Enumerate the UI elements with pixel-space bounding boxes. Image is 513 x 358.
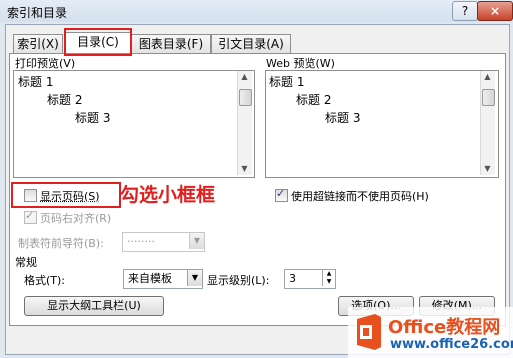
hyperlinks-checkbox[interactable]	[275, 187, 288, 202]
window-title: 索引和目录	[7, 6, 68, 20]
scroll-down-icon[interactable]: ▼	[238, 163, 251, 175]
print-preview-label: 打印预览(V)	[15, 57, 76, 70]
web-preview-label: Web 预览(W)	[266, 57, 335, 70]
general-label: 常规	[15, 256, 37, 269]
web-preview-level2: 标题 2	[296, 93, 332, 107]
scroll-up-icon[interactable]: ▲	[481, 71, 494, 83]
levels-spinner[interactable]: 3 ▲ ▼	[284, 269, 336, 289]
chevron-down-icon[interactable]: ▼	[187, 270, 202, 286]
format-select[interactable]: 来自模板 ▼	[123, 269, 203, 289]
print-preview-scrollbar[interactable]: ▲ ▼	[237, 71, 252, 175]
checkbox-highlight	[11, 182, 121, 208]
scroll-thumb[interactable]	[239, 89, 252, 106]
print-preview-level2: 标题 2	[47, 93, 83, 107]
hyperlinks-label[interactable]: 使用超链接而不使用页码(H)	[291, 188, 429, 204]
spin-up-icon[interactable]: ▲	[322, 270, 335, 278]
tab-index[interactable]: 索引(X)	[13, 34, 63, 53]
levels-value[interactable]: 3	[289, 270, 296, 288]
toc-tab-highlight	[64, 28, 132, 56]
format-label: 格式(T):	[24, 274, 66, 287]
watermark: Office教程网 www.office26.com	[348, 307, 513, 358]
scroll-thumb[interactable]	[482, 89, 495, 106]
tab-leader-select[interactable]: ........ ▼	[122, 232, 205, 252]
tab-figures[interactable]: 图表目录(F)	[131, 34, 211, 53]
scroll-up-icon[interactable]: ▲	[238, 71, 251, 83]
scroll-down-icon[interactable]: ▼	[481, 163, 494, 175]
tab-leader-value: ........	[127, 232, 155, 245]
annotation-text: 勾选小框框	[120, 184, 216, 206]
print-preview-level3: 标题 3	[75, 111, 111, 125]
tab-leader-label: 制表符前导符(B):	[18, 237, 104, 250]
chevron-down-icon[interactable]: ▼	[189, 233, 204, 249]
title-bar	[0, 0, 513, 22]
close-button[interactable]: ×	[477, 1, 513, 21]
right-align-label: 页码右对齐(R)	[40, 212, 112, 225]
watermark-url: www.office26.com	[390, 337, 513, 352]
print-preview-level1: 标题 1	[18, 75, 54, 89]
levels-label: 显示级别(L):	[207, 274, 270, 287]
tab-citations[interactable]: 引文目录(A)	[211, 34, 291, 53]
format-value: 来自模板	[128, 272, 172, 285]
right-align-checkbox[interactable]	[24, 209, 37, 224]
show-outline-toolbar-button[interactable]: 显示大纲工具栏(U)	[24, 296, 164, 316]
spin-down-icon[interactable]: ▼	[322, 278, 335, 286]
web-preview-scrollbar[interactable]: ▲ ▼	[480, 71, 495, 175]
web-preview-level1: 标题 1	[269, 75, 305, 89]
office-logo-icon	[353, 313, 383, 351]
web-preview-level3: 标题 3	[325, 111, 361, 125]
watermark-brand: Office教程网	[388, 317, 501, 338]
help-button[interactable]: ?	[452, 1, 478, 21]
